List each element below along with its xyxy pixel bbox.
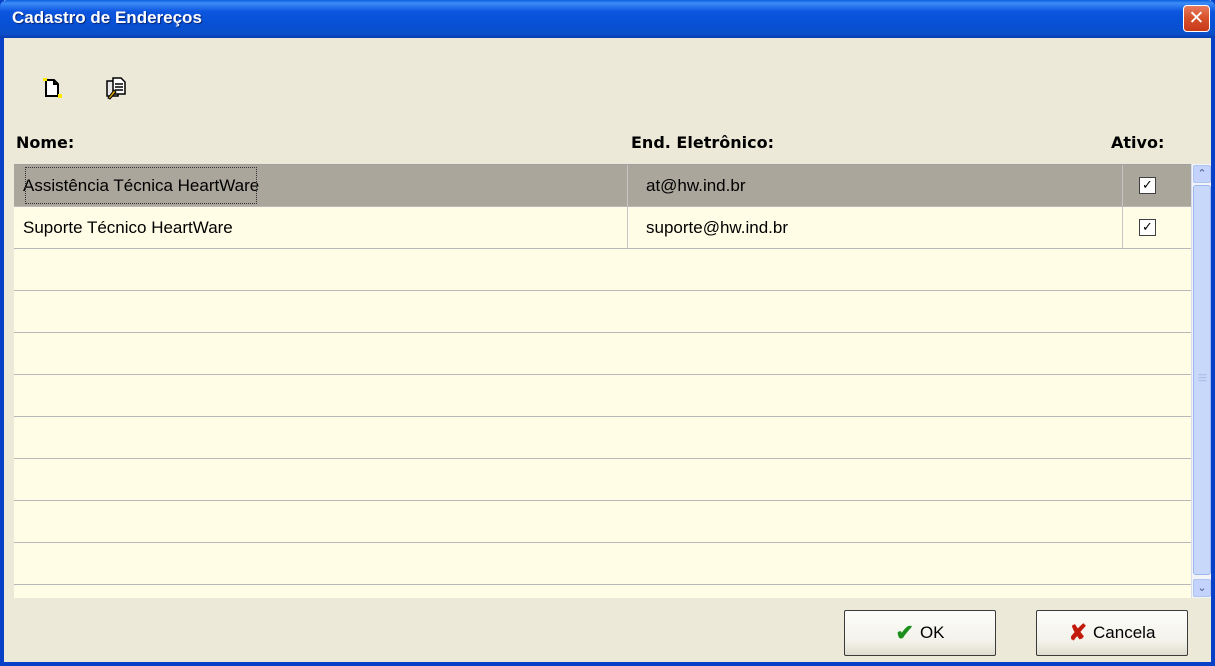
row-email-cell[interactable]: suporte@hw.ind.br xyxy=(646,207,788,248)
active-checkbox[interactable]: ✓ xyxy=(1139,177,1156,194)
empty-row[interactable] xyxy=(14,375,1191,417)
column-divider xyxy=(1122,165,1123,206)
column-header-active: Ativo: xyxy=(1111,133,1165,152)
scroll-up-button[interactable]: ⌃ xyxy=(1193,165,1211,183)
title-bar[interactable]: Cadastro de Endereços ✕ xyxy=(0,0,1215,38)
scrollbar-thumb[interactable]: — — — xyxy=(1193,185,1211,575)
empty-row[interactable] xyxy=(14,291,1191,333)
empty-row[interactable] xyxy=(14,459,1191,501)
edit-document-icon xyxy=(106,77,126,100)
row-name-cell[interactable]: Suporte Técnico HeartWare xyxy=(23,207,233,248)
grip-icon: — — — xyxy=(1198,370,1207,386)
address-grid[interactable]: Assistência Técnica HeartWare at@hw.ind.… xyxy=(14,164,1191,598)
edit-record-button[interactable] xyxy=(104,76,128,100)
chevron-up-icon: ⌃ xyxy=(1197,167,1207,180)
cross-icon: ✘ xyxy=(1068,620,1088,645)
column-divider xyxy=(627,165,628,206)
chevron-down-icon: ⌄ xyxy=(1197,581,1207,594)
empty-row[interactable] xyxy=(14,333,1191,375)
column-divider xyxy=(627,207,628,248)
empty-row[interactable] xyxy=(14,417,1191,459)
vertical-scrollbar[interactable]: ⌃ — — — ⌄ xyxy=(1191,164,1211,598)
window-title: Cadastro de Endereços xyxy=(12,8,202,27)
checkmark-icon: ✔ xyxy=(895,620,914,645)
active-checkbox[interactable]: ✓ xyxy=(1139,219,1156,236)
close-button[interactable]: ✕ xyxy=(1183,5,1210,32)
table-row[interactable]: Suporte Técnico HeartWare suporte@hw.ind… xyxy=(14,207,1191,249)
table-row[interactable]: Assistência Técnica HeartWare at@hw.ind.… xyxy=(14,165,1191,207)
new-record-button[interactable] xyxy=(40,76,64,100)
cancel-button[interactable]: ✘ Cancela xyxy=(1036,610,1188,656)
scroll-down-button[interactable]: ⌄ xyxy=(1193,579,1211,597)
dialog-window: Cadastro de Endereços ✕ Nome: End. Eletr… xyxy=(0,0,1215,666)
ok-button[interactable]: ✔ OK xyxy=(844,610,996,656)
new-document-icon xyxy=(43,78,62,98)
column-header-email: End. Eletrônico: xyxy=(631,133,774,152)
close-icon: ✕ xyxy=(1188,7,1205,29)
cancel-button-label: Cancela xyxy=(1093,623,1156,642)
column-header-name: Nome: xyxy=(16,133,75,152)
empty-row[interactable] xyxy=(14,501,1191,543)
column-divider xyxy=(1122,207,1123,248)
empty-row[interactable] xyxy=(14,543,1191,585)
empty-row[interactable] xyxy=(14,249,1191,291)
ok-button-label: OK xyxy=(919,623,945,642)
row-name-cell[interactable]: Assistência Técnica HeartWare xyxy=(23,165,259,206)
row-email-cell[interactable]: at@hw.ind.br xyxy=(646,165,745,206)
